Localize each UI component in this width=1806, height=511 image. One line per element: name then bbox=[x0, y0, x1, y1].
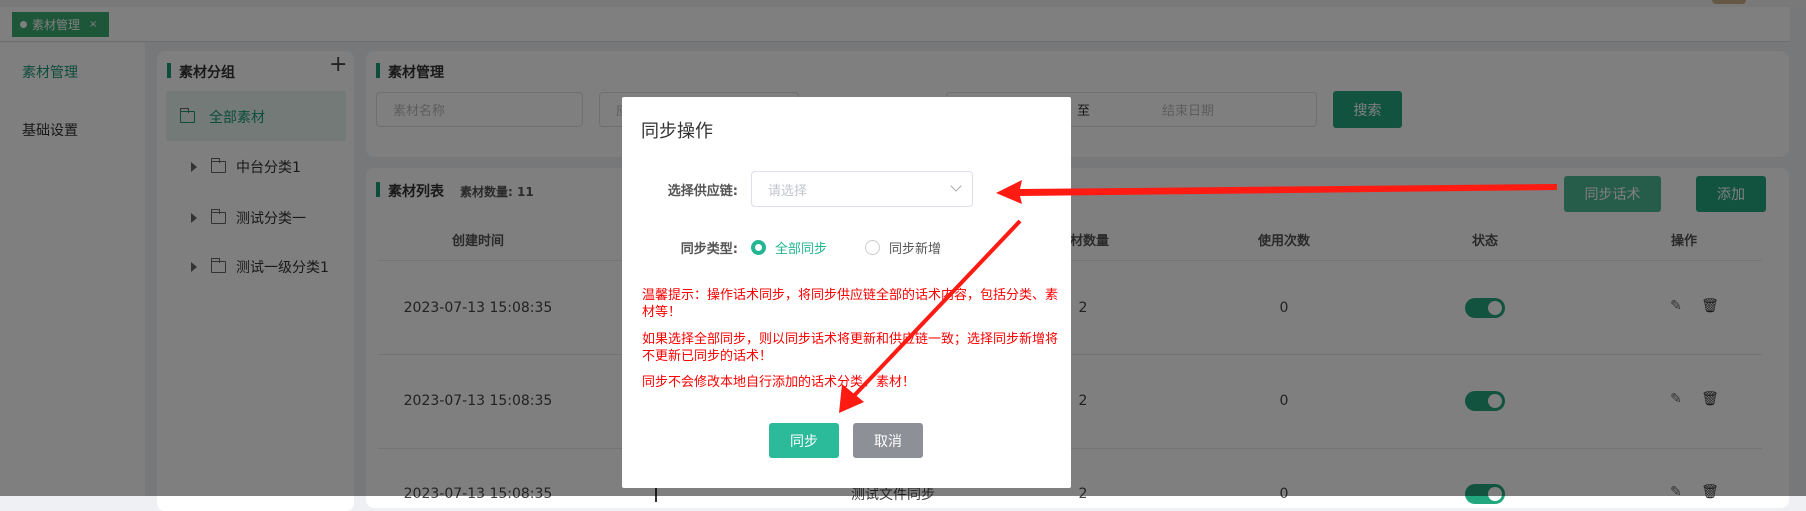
annotation-arrows bbox=[839, 180, 1557, 413]
red-arrow-icon bbox=[839, 219, 1022, 413]
red-arrow-icon bbox=[996, 180, 1557, 204]
